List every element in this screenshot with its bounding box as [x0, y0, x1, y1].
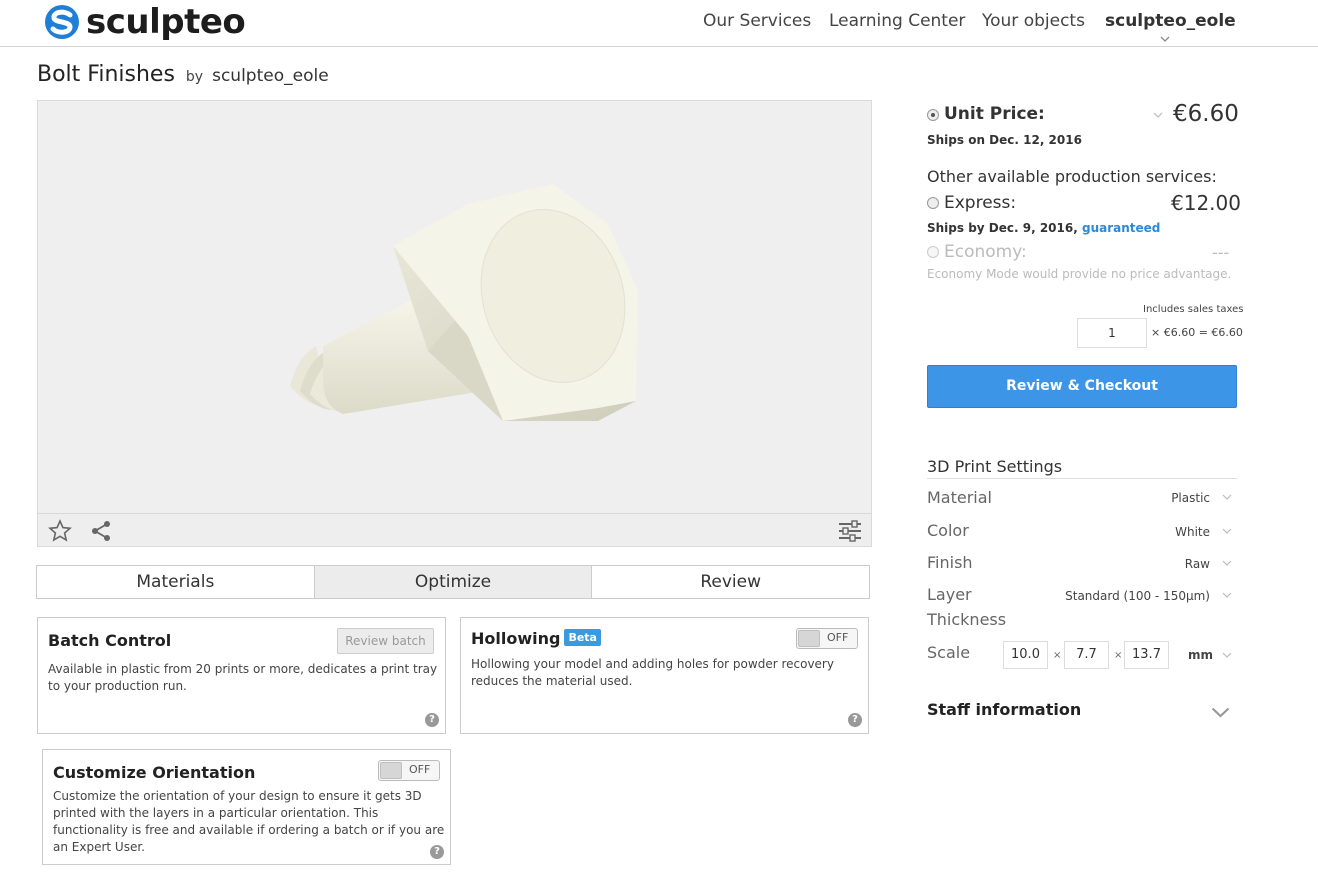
material-label: Material — [927, 488, 992, 507]
tab-materials[interactable]: Materials — [37, 566, 315, 598]
bolt-model-render[interactable] — [268, 176, 688, 466]
staff-information-toggle[interactable]: Staff information — [927, 700, 1081, 719]
scale-x-input[interactable]: 10.0 — [1003, 641, 1048, 669]
material-select[interactable]: Plastic — [1100, 491, 1210, 505]
viewer-toolbar — [38, 513, 871, 546]
hollowing-description: Hollowing your model and adding holes fo… — [471, 657, 834, 688]
economy-radio — [927, 246, 939, 258]
nav-our-services[interactable]: Our Services — [703, 11, 811, 31]
hollowing-card: Hollowing Beta OFF Hollowing your model a… — [460, 617, 869, 734]
toggle-knob — [798, 630, 820, 647]
by-label: by — [185, 69, 204, 85]
review-checkout-button[interactable]: Review & Checkout — [927, 365, 1237, 408]
logo-text: sculpteo — [86, 2, 246, 42]
model-viewer[interactable] — [37, 100, 872, 547]
hollowing-title-row: Hollowing Beta — [471, 629, 601, 648]
hollowing-toggle[interactable]: OFF — [796, 628, 858, 649]
orientation-title: Customize Orientation — [53, 763, 256, 782]
favorite-star-icon[interactable] — [48, 519, 72, 543]
color-label: Color — [927, 521, 969, 540]
color-select[interactable]: White — [1100, 525, 1210, 539]
page-title: Bolt Finishes by sculpteo_eole — [37, 62, 329, 87]
site-header: sculpteo Our Services Learning Center Yo… — [0, 0, 1318, 47]
unit-price-label: Unit Price: — [944, 104, 1045, 124]
layer-label: Layer — [927, 585, 972, 604]
staff-chevron-down-icon[interactable] — [1211, 707, 1230, 718]
settings-divider — [927, 478, 1237, 479]
review-batch-button[interactable]: Review batch — [337, 628, 434, 654]
nav-your-objects[interactable]: Your objects — [982, 11, 1085, 31]
nav-user-menu[interactable]: sculpteo_eole — [1105, 11, 1236, 31]
color-chevron-icon[interactable] — [1222, 528, 1232, 534]
batch-control-description: Available in plastic from 20 prints or m… — [48, 662, 438, 693]
unit-price-chevron-icon[interactable] — [1153, 112, 1163, 118]
toggle-label: OFF — [409, 763, 431, 776]
unit-chevron-icon[interactable] — [1222, 652, 1232, 658]
orientation-toggle[interactable]: OFF — [378, 760, 440, 781]
finish-chevron-icon[interactable] — [1222, 560, 1232, 566]
express-ships-row: Ships by Dec. 9, 2016, guaranteed — [927, 221, 1160, 235]
option-tabs: Materials Optimize Review — [36, 565, 870, 599]
unit-price-radio[interactable] — [927, 109, 939, 121]
user-chevron-down-icon[interactable] — [1160, 36, 1170, 42]
toggle-knob — [380, 762, 402, 779]
finish-select[interactable]: Raw — [1100, 557, 1210, 571]
express-ships-date: Ships by Dec. 9, 2016, — [927, 221, 1078, 235]
material-chevron-icon[interactable] — [1222, 494, 1232, 500]
batch-control-card: Batch Control Review batch Available in … — [37, 617, 446, 734]
other-services-label: Other available production services: — [927, 167, 1217, 186]
view-settings-sliders-icon[interactable] — [838, 520, 862, 542]
tab-review[interactable]: Review — [592, 566, 869, 598]
express-price: €12.00 — [1171, 191, 1241, 215]
layer-thickness-select[interactable]: Standard (100 - 150µm) — [1040, 589, 1210, 603]
sculpteo-logo[interactable]: sculpteo — [44, 2, 246, 42]
scale-y-input[interactable]: 7.7 — [1064, 641, 1109, 669]
sales-tax-note: Includes sales taxes — [1143, 304, 1244, 315]
finish-label: Finish — [927, 553, 973, 572]
scale-unit-select[interactable]: mm — [1188, 648, 1213, 662]
guaranteed-link[interactable]: guaranteed — [1082, 221, 1160, 235]
scale-separator: × — [1114, 650, 1123, 661]
unit-ships-date: Ships on Dec. 12, 2016 — [927, 133, 1082, 147]
scale-z-input[interactable]: 13.7 — [1124, 641, 1169, 669]
express-radio[interactable] — [927, 197, 939, 209]
tab-optimize[interactable]: Optimize — [314, 566, 593, 598]
hollowing-help-icon[interactable]: ? — [848, 713, 862, 727]
sculpteo-logo-icon — [45, 5, 79, 39]
toggle-label: OFF — [827, 631, 849, 644]
hollowing-title: Hollowing — [471, 629, 561, 648]
batch-control-title: Batch Control — [48, 631, 172, 650]
orientation-help-icon[interactable]: ? — [430, 845, 444, 859]
batch-help-icon[interactable]: ? — [425, 713, 439, 727]
scale-label: Scale — [927, 643, 971, 662]
share-icon[interactable] — [91, 520, 113, 542]
economy-note: Economy Mode would provide no price adva… — [927, 267, 1232, 281]
scale-separator: × — [1053, 650, 1062, 661]
print-settings-heading: 3D Print Settings — [927, 457, 1063, 476]
beta-badge: Beta — [564, 629, 601, 646]
layer-chevron-icon[interactable] — [1222, 592, 1232, 598]
nav-learning-center[interactable]: Learning Center — [829, 11, 965, 31]
order-total: × €6.60 = €6.60 — [1151, 326, 1243, 339]
orientation-description: Customize the orientation of your design… — [53, 789, 445, 854]
unit-price-value: €6.60 — [1173, 101, 1239, 127]
object-author[interactable]: sculpteo_eole — [212, 66, 329, 86]
thickness-label: Thickness — [927, 610, 1007, 629]
express-label: Express: — [944, 193, 1017, 213]
quantity-input[interactable]: 1 — [1077, 318, 1147, 348]
customize-orientation-card: Customize Orientation OFF Customize the … — [42, 749, 451, 865]
object-title: Bolt Finishes — [37, 62, 175, 87]
economy-price: --- — [1212, 243, 1230, 262]
economy-label: Economy: — [944, 242, 1027, 262]
